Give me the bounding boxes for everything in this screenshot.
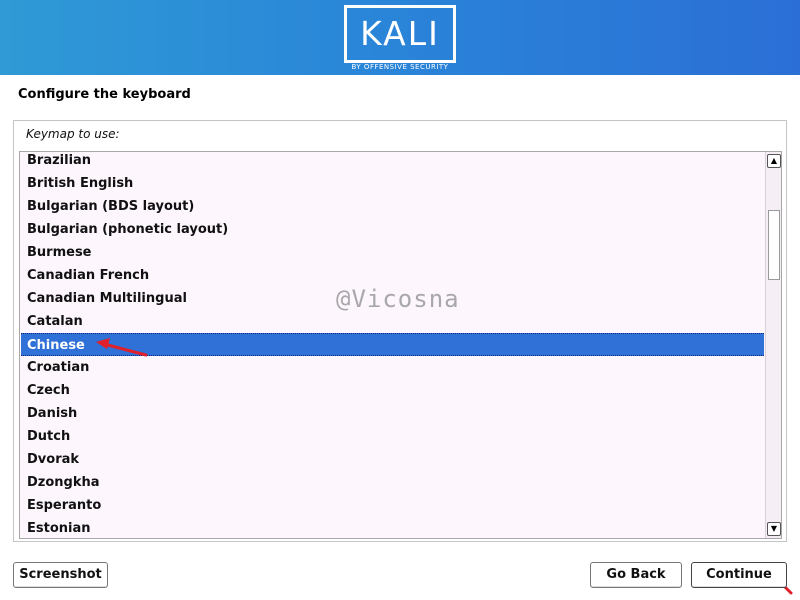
keymap-option[interactable]: Brazilian	[21, 152, 764, 172]
header-banner: KALI BY OFFENSIVE SECURITY	[0, 0, 800, 75]
logo-subtitle: BY OFFENSIVE SECURITY	[351, 63, 449, 71]
keymap-listbox[interactable]: Brazilian British English Bulgarian (BDS l…	[19, 151, 782, 539]
screenshot-button[interactable]: Screenshot	[13, 562, 108, 588]
page-title: Configure the keyboard	[18, 87, 191, 102]
scroll-up-button[interactable]: ▲	[767, 154, 781, 168]
logo-text: KALI	[360, 14, 440, 53]
go-back-button[interactable]: Go Back	[590, 562, 682, 588]
watermark-text: @Vicosna	[336, 285, 460, 313]
keymap-option[interactable]: Burmese	[21, 241, 764, 264]
kali-logo: KALI	[344, 5, 456, 63]
keymap-option[interactable]: Danish	[21, 402, 764, 425]
keymap-label: Keymap to use:	[26, 127, 120, 141]
keymap-option[interactable]: Estonian	[21, 517, 764, 538]
keymap-option[interactable]: Czech	[21, 379, 764, 402]
keymap-panel: Keymap to use: Brazilian British English B…	[13, 120, 787, 542]
keymap-option[interactable]: Dzongkha	[21, 471, 764, 494]
keymap-option[interactable]: Bulgarian (BDS layout)	[21, 195, 764, 218]
continue-button[interactable]: Continue	[691, 562, 787, 588]
keymap-option[interactable]: Chinese	[21, 333, 764, 356]
keymap-option[interactable]: Dvorak	[21, 448, 764, 471]
keymap-option[interactable]: Dutch	[21, 425, 764, 448]
keymap-option[interactable]: Croatian	[21, 356, 764, 379]
vertical-scrollbar[interactable]: ▲ ▼	[765, 152, 781, 538]
scroll-thumb[interactable]	[768, 210, 780, 280]
keymap-list[interactable]: Brazilian British English Bulgarian (BDS l…	[20, 152, 764, 538]
keymap-option[interactable]: Esperanto	[21, 494, 764, 517]
keymap-option[interactable]: Bulgarian (phonetic layout)	[21, 218, 764, 241]
scroll-down-button[interactable]: ▼	[767, 522, 781, 536]
keymap-option[interactable]: Canadian French	[21, 264, 764, 287]
keymap-option[interactable]: Catalan	[21, 310, 764, 333]
keymap-option[interactable]: British English	[21, 172, 764, 195]
